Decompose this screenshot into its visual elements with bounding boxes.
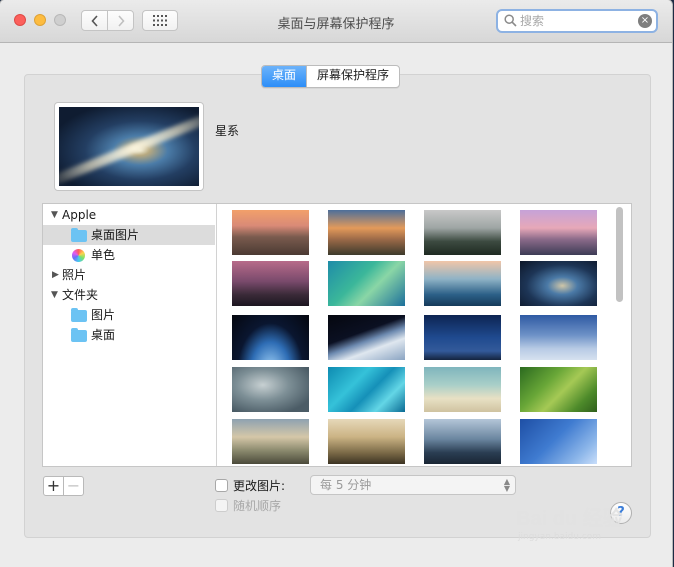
remove-folder-button[interactable]: − (63, 476, 84, 496)
wallpaper-thumbnail[interactable] (328, 419, 405, 464)
title-bar: 桌面与屏幕保护程序 × (0, 0, 672, 43)
watermark-main: Bai du 经验 (516, 508, 623, 530)
source-group-apple[interactable]: ▼ Apple (43, 205, 215, 225)
baidu-jingyan-watermark: Bai du 经验 jingyan.baidu.com (516, 494, 636, 550)
wallpaper-thumbnail[interactable] (520, 261, 597, 306)
watermark-sub: jingyan.baidu.com (518, 532, 602, 542)
source-item-label: 单色 (91, 248, 116, 262)
tab-screensaver[interactable]: 屏幕保护程序 (306, 66, 399, 87)
wallpaper-thumbnail[interactable] (520, 419, 597, 464)
source-item-label: 桌面 (91, 328, 116, 342)
source-list: ▼ Apple 桌面图片 单色 ▶ 照片 ▼ 文件夹 图片 桌面 (43, 204, 217, 466)
system-preferences-window: 桌面与屏幕保护程序 × 桌面 屏幕保护程序 星系 ▼ Apple 桌面图片 (0, 0, 672, 567)
add-folder-button[interactable]: + (43, 476, 64, 496)
wallpaper-thumbnail[interactable] (520, 210, 597, 255)
wallpaper-thumbnail[interactable] (232, 367, 309, 412)
wallpaper-thumbnail[interactable] (424, 315, 501, 360)
tab-bar: 桌面 屏幕保护程序 (261, 65, 401, 88)
wallpaper-grid (216, 204, 616, 466)
color-wheel-icon (72, 249, 85, 262)
wallpaper-thumbnail[interactable] (424, 261, 501, 306)
wallpaper-thumbnail[interactable] (328, 367, 405, 412)
wallpaper-thumbnail[interactable] (424, 210, 501, 255)
interval-select[interactable]: 每 5 分钟 ▲ ▼ (310, 475, 516, 495)
random-order-label: 随机顺序 (233, 499, 282, 513)
change-picture-checkbox[interactable] (215, 479, 228, 492)
disclosure-open-icon[interactable]: ▼ (51, 205, 58, 225)
source-group-label: 照片 (62, 268, 87, 282)
wallpaper-thumbnail[interactable] (424, 367, 501, 412)
interval-value: 每 5 分钟 (320, 478, 372, 492)
wallpaper-thumbnail[interactable] (232, 419, 309, 464)
change-picture-label: 更改图片: (233, 479, 286, 493)
source-item-desktop-pictures[interactable]: 桌面图片 (43, 225, 215, 245)
updown-chevron-icon: ▲ ▼ (503, 477, 510, 493)
source-group-label: Apple (62, 208, 97, 222)
search-field[interactable]: × (496, 9, 658, 33)
folder-icon (71, 328, 87, 342)
wallpaper-thumbnail[interactable] (328, 315, 405, 360)
wallpaper-thumbnail[interactable] (520, 367, 597, 412)
wallpaper-thumbnail[interactable] (328, 261, 405, 306)
disclosure-closed-icon[interactable]: ▶ (52, 265, 59, 285)
source-item-label: 图片 (91, 308, 116, 322)
wallpaper-thumbnail[interactable] (232, 210, 309, 255)
source-item-solid-colors[interactable]: 单色 (43, 245, 215, 265)
current-wallpaper-name: 星系 (215, 124, 240, 138)
random-order-checkbox[interactable] (215, 499, 228, 512)
tab-desktop[interactable]: 桌面 (262, 66, 307, 87)
source-group-label: 文件夹 (62, 288, 99, 302)
folder-icon (71, 228, 87, 242)
source-item-label: 桌面图片 (91, 228, 140, 242)
wallpaper-browser: ▼ Apple 桌面图片 单色 ▶ 照片 ▼ 文件夹 图片 桌面 (42, 203, 632, 467)
search-input[interactable] (520, 13, 630, 29)
wallpaper-thumbnail[interactable] (328, 210, 405, 255)
grid-scrollbar[interactable] (616, 207, 623, 302)
wallpaper-thumbnail[interactable] (520, 315, 597, 360)
search-icon (504, 14, 517, 27)
source-item-desktop-folder[interactable]: 桌面 (43, 325, 215, 345)
current-wallpaper-preview (55, 103, 203, 190)
wallpaper-thumbnail[interactable] (232, 261, 309, 306)
source-group-photos[interactable]: ▶ 照片 (43, 265, 215, 285)
pictures-folder-icon (71, 308, 87, 322)
wallpaper-thumbnail[interactable] (424, 419, 501, 464)
source-item-pictures[interactable]: 图片 (43, 305, 215, 325)
source-group-folders[interactable]: ▼ 文件夹 (43, 285, 215, 305)
wallpaper-thumbnail[interactable] (232, 315, 309, 360)
disclosure-open-icon[interactable]: ▼ (51, 285, 58, 305)
clear-search-icon[interactable]: × (638, 14, 652, 28)
